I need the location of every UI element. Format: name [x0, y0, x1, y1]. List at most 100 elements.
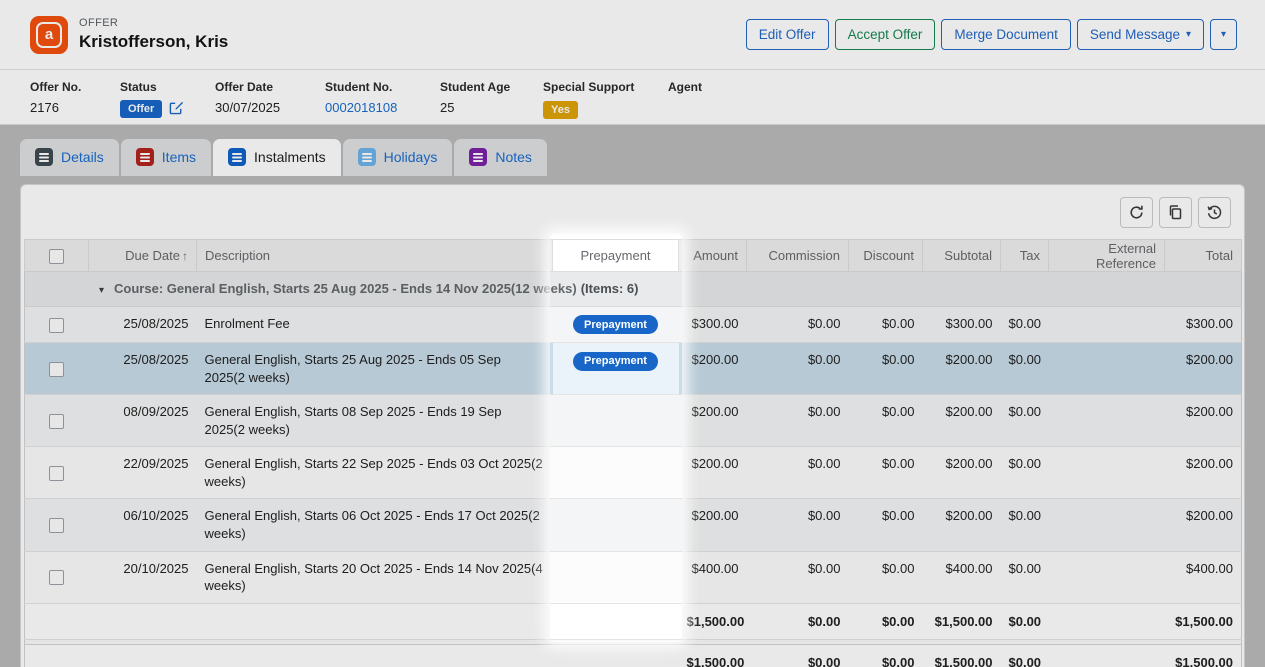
- col-tax[interactable]: Tax: [1001, 240, 1049, 272]
- app-logo-icon: a: [30, 16, 68, 54]
- offer-no-value: 2176: [30, 100, 120, 115]
- prepayment-cell: Prepayment: [553, 306, 679, 343]
- tab-instalments[interactable]: Instalments: [213, 139, 341, 176]
- due-date-cell: 08/09/2025: [89, 395, 197, 447]
- copy-icon: [1167, 204, 1184, 221]
- due-date-cell: 20/10/2025: [89, 551, 197, 603]
- tab-bar: Details Items Instalments Holidays Notes: [20, 139, 1265, 176]
- commission-cell: $0.00: [747, 499, 849, 551]
- col-prepayment[interactable]: Prepayment: [553, 240, 679, 272]
- table-row[interactable]: 25/08/2025General English, Starts 25 Aug…: [25, 343, 1242, 395]
- amount-cell: $200.00: [679, 343, 747, 395]
- edit-status-button[interactable]: [169, 100, 184, 115]
- tab-items[interactable]: Items: [121, 139, 211, 176]
- total-cell: $200.00: [1165, 499, 1242, 551]
- discount-cell: $0.00: [849, 499, 923, 551]
- total-cell: $200.00: [1165, 395, 1242, 447]
- amount-cell: $200.00: [679, 447, 747, 499]
- description-cell: General English, Starts 08 Sep 2025 - En…: [197, 395, 553, 447]
- row-checkbox[interactable]: [49, 414, 64, 429]
- tab-notes[interactable]: Notes: [454, 139, 547, 176]
- group-total-row: $1,500.00$0.00$0.00$1,500.00$0.00$1,500.…: [25, 603, 1242, 640]
- brand: a OFFER Kristofferson, Kris: [30, 16, 228, 54]
- offer-date-label: Offer Date: [215, 80, 325, 94]
- edit-offer-button[interactable]: Edit Offer: [746, 19, 829, 50]
- external-reference-cell: [1049, 395, 1165, 447]
- tax-cell: $0.00: [1001, 447, 1049, 499]
- description-cell: General English, Starts 22 Sep 2025 - En…: [197, 447, 553, 499]
- student-age-label: Student Age: [440, 80, 543, 94]
- discount-cell: $0.00: [849, 551, 923, 603]
- page-title: Kristofferson, Kris: [79, 32, 228, 52]
- grid-toolbar: [24, 185, 1241, 239]
- col-subtotal[interactable]: Subtotal: [923, 240, 1001, 272]
- refresh-button[interactable]: [1120, 197, 1153, 228]
- table-row[interactable]: 08/09/2025General English, Starts 08 Sep…: [25, 395, 1242, 447]
- student-no-link[interactable]: 0002018108: [325, 100, 397, 115]
- total-cell: $300.00: [1165, 306, 1242, 343]
- table-row[interactable]: 20/10/2025General English, Starts 20 Oct…: [25, 551, 1242, 603]
- offer-summary-bar: Offer No. 2176 Status Offer Offer Date 3…: [0, 70, 1265, 125]
- group-row[interactable]: ▾Course: General English, Starts 25 Aug …: [25, 272, 1242, 307]
- col-commission[interactable]: Commission: [747, 240, 849, 272]
- tax-cell: $0.00: [1001, 551, 1049, 603]
- merge-document-button[interactable]: Merge Document: [941, 19, 1071, 50]
- col-total[interactable]: Total: [1165, 240, 1242, 272]
- accept-offer-button[interactable]: Accept Offer: [835, 19, 936, 50]
- grand-total-row: $1,500.00$0.00$0.00$1,500.00$0.00$1,500.…: [25, 645, 1242, 667]
- subtotal-cell: $400.00: [923, 551, 1001, 603]
- subtotal-cell: $200.00: [923, 499, 1001, 551]
- tax-cell: $0.00: [1001, 499, 1049, 551]
- row-checkbox[interactable]: [49, 362, 64, 377]
- description-cell: Enrolment Fee: [197, 306, 553, 343]
- row-checkbox[interactable]: [49, 318, 64, 333]
- col-description[interactable]: Description: [197, 240, 553, 272]
- history-button[interactable]: [1198, 197, 1231, 228]
- items-tab-icon: [136, 148, 154, 166]
- collapse-caret-icon[interactable]: ▾: [99, 285, 104, 296]
- description-cell: General English, Starts 20 Oct 2025 - En…: [197, 551, 553, 603]
- due-date-cell: 25/08/2025: [89, 343, 197, 395]
- instalments-panel: Due Date↑ Description Prepayment Amount …: [20, 184, 1245, 667]
- more-actions-dropdown-button[interactable]: ▾: [1210, 19, 1237, 50]
- tab-details[interactable]: Details: [20, 139, 119, 176]
- subtotal-cell: $200.00: [923, 447, 1001, 499]
- tax-cell: $0.00: [1001, 306, 1049, 343]
- header-actions: Edit Offer Accept Offer Merge Document S…: [746, 19, 1237, 50]
- top-bar: a OFFER Kristofferson, Kris Edit Offer A…: [0, 0, 1265, 70]
- table-row[interactable]: 22/09/2025General English, Starts 22 Sep…: [25, 447, 1242, 499]
- col-discount[interactable]: Discount: [849, 240, 923, 272]
- table-row[interactable]: 06/10/2025General English, Starts 06 Oct…: [25, 499, 1242, 551]
- select-all-checkbox[interactable]: [49, 249, 64, 264]
- external-reference-cell: [1049, 306, 1165, 343]
- col-due-date[interactable]: Due Date↑: [89, 240, 197, 272]
- instalments-table: Due Date↑ Description Prepayment Amount …: [24, 239, 1242, 667]
- discount-cell: $0.00: [849, 447, 923, 499]
- send-message-button[interactable]: Send Message▾: [1077, 19, 1204, 50]
- external-reference-cell: [1049, 499, 1165, 551]
- col-amount[interactable]: Amount: [679, 240, 747, 272]
- commission-cell: $0.00: [747, 447, 849, 499]
- col-external-reference[interactable]: External Reference: [1049, 240, 1165, 272]
- table-row[interactable]: 25/08/2025Enrolment FeePrepayment$300.00…: [25, 306, 1242, 343]
- prepayment-badge: Prepayment: [573, 315, 658, 334]
- external-reference-cell: [1049, 551, 1165, 603]
- tab-holidays[interactable]: Holidays: [343, 139, 453, 176]
- special-support-badge: Yes: [543, 101, 578, 119]
- prepayment-cell: [553, 447, 679, 499]
- amount-cell: $200.00: [679, 395, 747, 447]
- offer-date-value: 30/07/2025: [215, 100, 325, 115]
- history-icon: [1206, 204, 1223, 221]
- external-reference-cell: [1049, 447, 1165, 499]
- row-checkbox[interactable]: [49, 570, 64, 585]
- prepayment-cell: [553, 499, 679, 551]
- prepayment-cell: [553, 551, 679, 603]
- row-checkbox[interactable]: [49, 466, 64, 481]
- total-cell: $400.00: [1165, 551, 1242, 603]
- commission-cell: $0.00: [747, 343, 849, 395]
- copy-button[interactable]: [1159, 197, 1192, 228]
- amount-cell: $300.00: [679, 306, 747, 343]
- subtotal-cell: $300.00: [923, 306, 1001, 343]
- row-checkbox[interactable]: [49, 518, 64, 533]
- notes-tab-icon: [469, 148, 487, 166]
